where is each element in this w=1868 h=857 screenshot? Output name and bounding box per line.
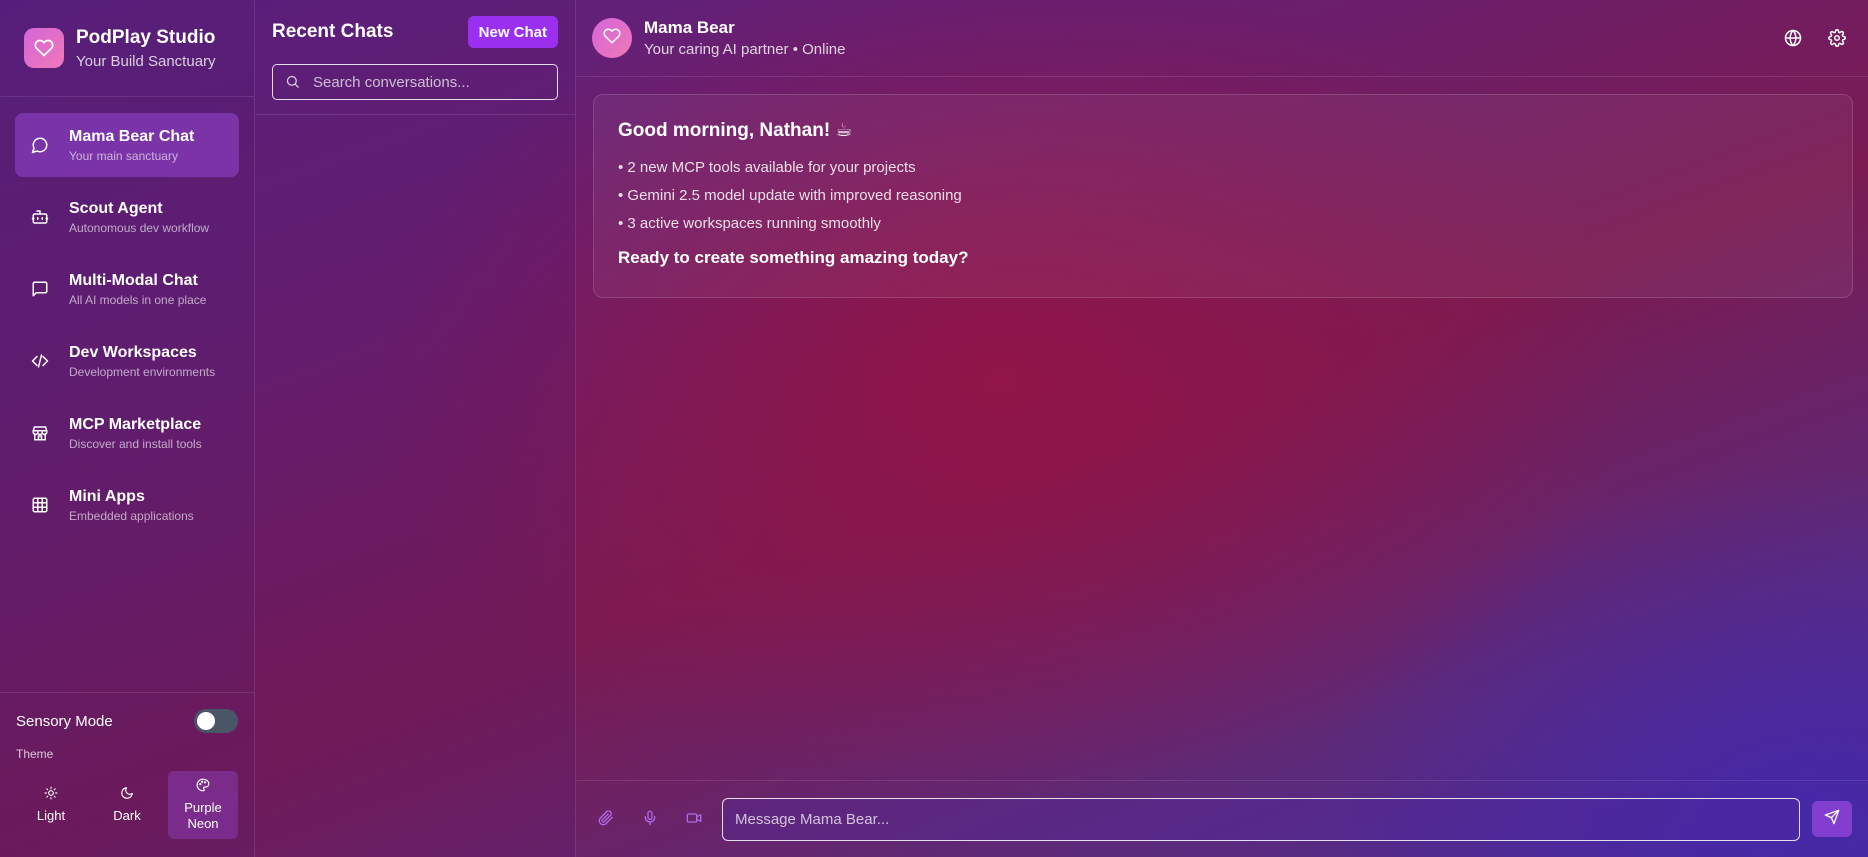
agent-status: Your caring AI partner • Online — [644, 41, 846, 58]
sidebar: PodPlay Studio Your Build Sanctuary Mama… — [0, 0, 255, 857]
heart-icon — [603, 27, 621, 50]
greeting-line: • 3 active workspaces running smoothly — [618, 215, 881, 232]
sidebar-item-multi-modal-chat[interactable]: Multi-Modal Chat All AI models in one pl… — [15, 257, 239, 321]
avatar — [592, 18, 632, 58]
greeting-line: • 2 new MCP tools available for your pro… — [618, 159, 916, 176]
grid-icon — [30, 495, 50, 515]
sidebar-item-label: Mama Bear Chat — [69, 128, 195, 145]
sidebar-item-desc: Embedded applications — [69, 509, 194, 523]
chat-header: Mama Bear Your caring AI partner • Onlin… — [576, 0, 1868, 77]
theme-dark-label: Dark — [113, 808, 141, 823]
toggle-knob — [197, 712, 215, 730]
heart-icon — [24, 28, 64, 68]
search-box — [272, 64, 558, 100]
sidebar-item-mcp-marketplace[interactable]: MCP Marketplace Discover and install too… — [15, 401, 239, 465]
sidebar-item-mini-apps[interactable]: Mini Apps Embedded applications — [15, 473, 239, 537]
code-icon — [30, 351, 50, 371]
sensory-mode-label: Sensory Mode — [16, 712, 113, 730]
theme-selector: Light Dark Purple Neon — [16, 771, 238, 839]
new-chat-button[interactable]: New Chat — [467, 16, 558, 48]
sidebar-item-dev-workspaces[interactable]: Dev Workspaces Development environments — [15, 329, 239, 393]
video-icon[interactable] — [686, 810, 704, 828]
moon-icon — [120, 786, 134, 808]
sidebar-item-desc: Autonomous dev workflow — [69, 221, 210, 235]
message-square-icon — [30, 279, 50, 299]
sidebar-item-desc: Development environments — [69, 365, 216, 379]
sidebar-item-desc: Discover and install tools — [69, 437, 202, 451]
sidebar-item-label: Mini Apps — [69, 488, 145, 505]
theme-light-label: Light — [36, 808, 66, 823]
recent-chats-header: Recent Chats New Chat — [255, 0, 575, 115]
sidebar-item-label: Dev Workspaces — [69, 344, 197, 361]
header-actions — [1784, 29, 1852, 47]
recent-chats-title: Recent Chats — [272, 21, 394, 42]
theme-dark-button[interactable]: Dark — [92, 771, 162, 839]
chat-main: Mama Bear Your caring AI partner • Onlin… — [576, 0, 1868, 857]
chat-bubble-icon — [30, 135, 50, 155]
send-button[interactable] — [1812, 801, 1852, 837]
sidebar-item-mama-bear-chat[interactable]: Mama Bear Chat Your main sanctuary — [15, 113, 239, 177]
sensory-mode-toggle[interactable] — [194, 709, 238, 733]
agent-name: Mama Bear — [644, 18, 735, 37]
sidebar-item-desc: All AI models in one place — [69, 293, 207, 307]
theme-purple-neon-label: Purple Neon — [184, 800, 222, 831]
sidebar-nav: Mama Bear Chat Your main sanctuary Scout… — [0, 97, 254, 561]
sidebar-item-scout-agent[interactable]: Scout Agent Autonomous dev workflow — [15, 185, 239, 249]
message-composer — [576, 780, 1868, 857]
paperclip-icon[interactable] — [598, 810, 616, 828]
theme-label: Theme — [16, 747, 54, 761]
palette-icon — [196, 778, 210, 800]
search-icon — [285, 74, 301, 90]
sun-icon — [44, 786, 58, 808]
theme-light-button[interactable]: Light — [16, 771, 86, 839]
store-icon — [30, 423, 50, 443]
greeting-card: Good morning, Nathan! ☕ • 2 new MCP tool… — [593, 94, 1853, 298]
gear-icon[interactable] — [1828, 29, 1846, 47]
search-input[interactable] — [313, 73, 545, 91]
sensory-mode-row: Sensory Mode — [16, 707, 238, 735]
app-subtitle: Your Build Sanctuary — [76, 52, 216, 70]
theme-purple-neon-button[interactable]: Purple Neon — [168, 771, 238, 839]
sidebar-settings: Sensory Mode Theme Light Dark Purple Neo… — [0, 692, 254, 857]
sidebar-item-label: Multi-Modal Chat — [69, 272, 198, 289]
message-input[interactable] — [722, 797, 1800, 841]
brand: PodPlay Studio Your Build Sanctuary — [0, 0, 254, 97]
recent-chats-panel: Recent Chats New Chat — [255, 0, 576, 857]
sidebar-item-label: MCP Marketplace — [69, 416, 202, 433]
app-title: PodPlay Studio — [76, 26, 216, 48]
send-icon — [1824, 809, 1840, 830]
sidebar-item-desc: Your main sanctuary — [69, 149, 178, 163]
greeting-title: Good morning, Nathan! ☕ — [618, 120, 853, 141]
bot-icon — [30, 207, 50, 227]
globe-icon[interactable] — [1784, 29, 1802, 47]
greeting-line: • Gemini 2.5 model update with improved … — [618, 187, 962, 204]
microphone-icon[interactable] — [642, 810, 660, 828]
greeting-cta: Ready to create something amazing today? — [618, 248, 969, 267]
sidebar-item-label: Scout Agent — [69, 200, 163, 217]
